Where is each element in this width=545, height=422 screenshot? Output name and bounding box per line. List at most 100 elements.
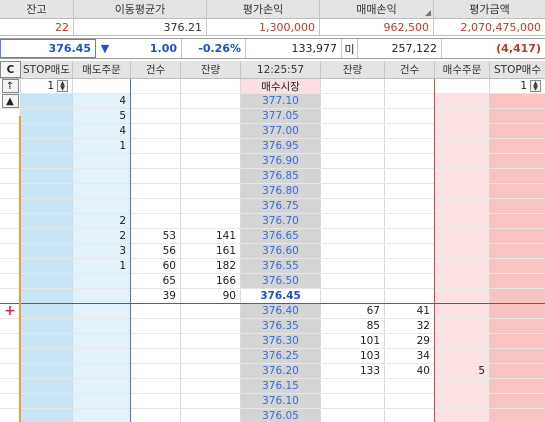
ask-count-cell (131, 124, 181, 138)
bid-divider (434, 79, 435, 422)
table-row: 376.20 133 40 5 (0, 364, 545, 379)
clear-button[interactable]: C (0, 61, 21, 78)
summary-header-eval-pl: 평가손익 (207, 0, 320, 18)
summary-balance: 22 (0, 19, 74, 35)
stop-sell-qty-spinner[interactable]: 1 ▲ ▼ (21, 80, 68, 92)
table-row: 376.75 (0, 199, 545, 214)
oi-change: (4,417) (496, 42, 541, 55)
sell-order-cell[interactable] (73, 199, 131, 213)
buy-order-cell[interactable] (435, 379, 490, 393)
ask-count-cell (131, 94, 181, 108)
order-grid: C STOP매도 매도주문 건수 잔량 12:25:57 잔량 건수 매수주문 … (0, 61, 545, 422)
buy-order-cell[interactable] (435, 334, 490, 348)
summary-header-balance: 잔고 (0, 0, 74, 18)
price-cell: 376.90 (241, 154, 321, 168)
price-cell: 376.80 (241, 184, 321, 198)
ask-remain-cell (181, 214, 241, 228)
ask-remain-cell (181, 139, 241, 153)
control-row: ↑ 1 ▲ ▼ 매수시장 1 ▲ ▼ (0, 79, 545, 94)
buy-order-cell[interactable] (435, 319, 490, 333)
table-row: 2 53 141 376.65 (0, 229, 545, 244)
price-cell: 376.55 (241, 259, 321, 273)
buy-order-cell[interactable] (435, 349, 490, 363)
table-row: 2 376.70 (0, 214, 545, 229)
bid-count-cell (385, 409, 435, 422)
summary-values: 22 376.21 1,300,000 962,500 2,070,475,00… (0, 19, 545, 36)
change-rate: -0.26% (182, 39, 246, 58)
ask-remain-cell (181, 199, 241, 213)
market-buy-button[interactable]: 매수시장 (241, 79, 321, 93)
sell-order-cell[interactable]: 5 (73, 109, 131, 123)
price-cell: 377.00 (241, 124, 321, 138)
grid-rows: ↑ 1 ▲ ▼ 매수시장 1 ▲ ▼ ▲ 4 377.10 5 377.05 4… (0, 79, 545, 422)
ask-remain-cell: 182 (181, 259, 241, 273)
header-sell-order: 매도주문 (73, 61, 131, 78)
sell-order-cell[interactable]: 1 (73, 259, 131, 273)
bid-remain-cell: 133 (321, 364, 385, 378)
price-cell: 376.35 (241, 319, 321, 333)
spinner-arrows-icon[interactable]: ▲ ▼ (530, 80, 541, 92)
sell-order-cell[interactable]: 4 (73, 94, 131, 108)
buy-order-cell[interactable]: 5 (435, 364, 490, 378)
summary-header: 잔고 이동평균가 평가손익 매매손익 평가금액 (0, 0, 545, 19)
sell-order-cell[interactable] (73, 184, 131, 198)
ask-remain-cell: 161 (181, 244, 241, 258)
sell-order-cell[interactable]: 3 (73, 244, 131, 258)
table-row: 1 376.95 (0, 139, 545, 154)
bid-count-cell: 32 (385, 319, 435, 333)
ask-count-cell (131, 199, 181, 213)
ask-remain-cell (181, 184, 241, 198)
header-stop-sell: STOP매도 (21, 61, 73, 78)
bid-count-cell (385, 379, 435, 393)
price-line: 376.45 ▼ 1.00 -0.26% 133,977 미 257,122 (… (0, 38, 545, 59)
table-row: 376.30 101 29 (0, 334, 545, 349)
price-cell: 377.10 (241, 94, 321, 108)
buy-order-cell[interactable] (435, 409, 490, 422)
bid-count-cell: 34 (385, 349, 435, 363)
corner-triangle-icon (425, 10, 431, 16)
down-arrow-icon: ▼ (100, 42, 110, 55)
summary-header-eval-amount: 평가금액 (469, 3, 510, 16)
sell-order-cell[interactable]: 1 (73, 139, 131, 153)
summary-trade-pl: 962,500 (320, 19, 434, 35)
sell-order-cell[interactable] (73, 169, 131, 183)
price-cell: 377.05 (241, 109, 321, 123)
stop-sell-qty-cell: 1 ▲ ▼ (21, 79, 73, 93)
sell-order-cell[interactable]: 2 (73, 229, 131, 243)
ask-count-cell: 56 (131, 244, 181, 258)
bid-remain-cell: 85 (321, 319, 385, 333)
ask-count-cell (131, 169, 181, 183)
bid-remain-cell (321, 394, 385, 408)
ask-divider (130, 79, 131, 422)
table-row: 5 377.05 (0, 109, 545, 124)
table-row: +376.40 67 41 (0, 304, 545, 319)
table-row: 376.05 (0, 409, 545, 422)
price-cell: 376.85 (241, 169, 321, 183)
ask-remain-cell: 90 (181, 289, 241, 303)
sell-order-cell[interactable] (73, 274, 131, 288)
bid-remain-cell: 101 (321, 334, 385, 348)
price-cell: 376.75 (241, 199, 321, 213)
buy-order-cell[interactable] (435, 304, 490, 318)
stop-buy-qty-spinner[interactable]: 1 ▲ ▼ (490, 80, 541, 92)
ask-count-cell (131, 109, 181, 123)
ask-remain-cell (181, 109, 241, 123)
ask-count-cell (131, 154, 181, 168)
sell-order-cell[interactable]: 2 (73, 214, 131, 228)
ask-remain-cell (181, 124, 241, 138)
price-cell: 376.95 (241, 139, 321, 153)
price-cell: 376.15 (241, 379, 321, 393)
summary-eval-pl: 1,300,000 (207, 19, 320, 35)
price-cell: 376.40 (241, 304, 321, 318)
bid-count-cell: 40 (385, 364, 435, 378)
header-bid-remain: 잔량 (321, 61, 385, 78)
buy-order-cell[interactable] (435, 394, 490, 408)
table-row: 376.90 (0, 154, 545, 169)
stop-buy-qty-cell: 1 ▲ ▼ (490, 79, 545, 93)
spinner-arrows-icon[interactable]: ▲ ▼ (57, 80, 68, 92)
ask-remain-cell (181, 169, 241, 183)
sell-order-cell[interactable]: 4 (73, 124, 131, 138)
current-price: 376.45 (0, 39, 96, 58)
summary-avg-price: 376.21 (74, 19, 207, 35)
sell-order-cell[interactable] (73, 154, 131, 168)
